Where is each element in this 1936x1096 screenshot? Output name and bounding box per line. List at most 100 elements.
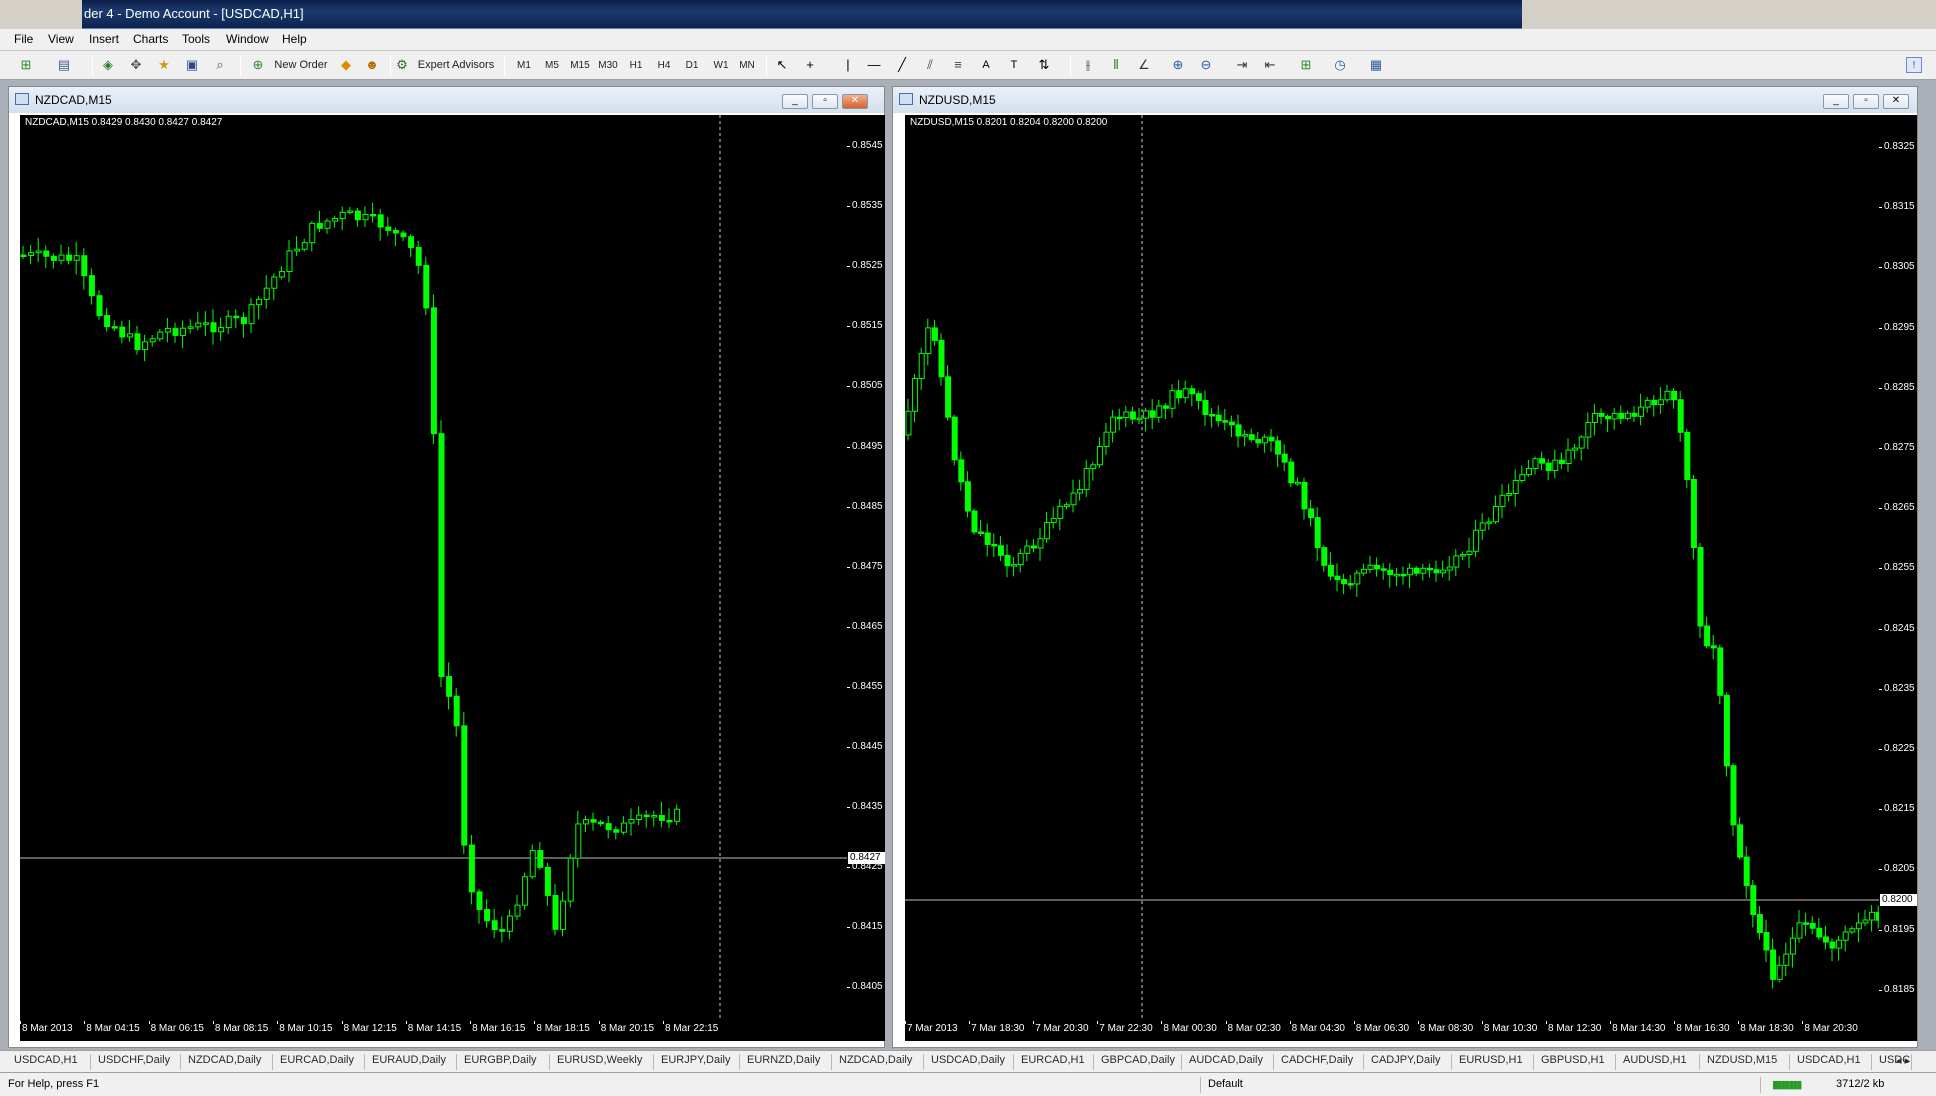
channel-icon[interactable]: ⫽ [922, 57, 938, 73]
text-label-icon[interactable]: T [1006, 57, 1022, 73]
minimize-button[interactable]: _ [782, 94, 808, 109]
expert-advisors-button[interactable]: Expert Advisors [414, 55, 498, 76]
candle [1288, 457, 1295, 487]
chart-tab[interactable]: CADJPY,Daily [1371, 1054, 1441, 1066]
chart-window-nzdusd[interactable]: NZDUSD,M15 _ ▫ ✕ NZDUSD,M15 0.8201 0.820… [892, 86, 1918, 1048]
fibonacci-icon[interactable]: ≡ [950, 57, 966, 73]
chart-tab[interactable]: USDCHF,Daily [98, 1054, 170, 1066]
period-m5[interactable]: M5 [542, 55, 562, 76]
candle [1242, 430, 1249, 447]
experts-icon[interactable]: ☻ [364, 57, 380, 73]
maximize-button[interactable]: ▫ [1853, 94, 1879, 109]
candle [1558, 452, 1565, 469]
main-toolbar: ⊞ ▤ ◈ ✥ ★ ▣ ⌕ ⊕ New Order ◆ ☻ ⚙ Expert A… [0, 51, 1936, 80]
period-h4[interactable]: H4 [654, 55, 674, 76]
menu-view[interactable]: View [48, 32, 74, 46]
time-axis[interactable]: 8 Mar 2013 8 Mar 04:15 8 Mar 06:15 8 Mar 08… [20, 1021, 885, 1041]
period-h1[interactable]: H1 [626, 55, 646, 76]
new-order-button[interactable]: New Order [270, 55, 332, 76]
menu-window[interactable]: Window [226, 32, 269, 46]
zoom-in-icon[interactable]: ⊕ [1170, 57, 1186, 73]
text-icon[interactable]: A [978, 57, 994, 73]
chart-tab[interactable]: EURUSD,H1 [1459, 1054, 1523, 1066]
menu-insert[interactable]: Insert [89, 32, 119, 46]
close-button[interactable]: ✕ [1883, 94, 1909, 109]
navigator-icon[interactable]: ★ [156, 57, 172, 73]
chart-tab[interactable]: USDCAD,H1 [1797, 1054, 1861, 1066]
chart-tab[interactable]: EURGBP,Daily [464, 1054, 537, 1066]
candle [918, 347, 925, 390]
templates-icon[interactable]: ▦ [1368, 57, 1384, 73]
chart-tab[interactable]: AUDUSD,H1 [1623, 1054, 1687, 1066]
line-chart-icon[interactable]: ∠ [1136, 57, 1152, 73]
chart-shift-icon[interactable]: ⇤ [1262, 57, 1278, 73]
chart-tab[interactable]: GBPCAD,Daily [1101, 1054, 1175, 1066]
menu-help[interactable]: Help [282, 32, 307, 46]
chart-tab[interactable]: USDCAD,H1 [14, 1054, 78, 1066]
candle [1763, 919, 1770, 962]
chart-tab[interactable]: EURNZD,Daily [747, 1054, 820, 1066]
help-icon[interactable]: ! [1906, 57, 1922, 73]
menu-charts[interactable]: Charts [133, 32, 168, 46]
chart-tab[interactable]: NZDUSD,M15 [1707, 1054, 1777, 1066]
candle [971, 508, 978, 535]
chart-tab[interactable]: EURCAD,Daily [280, 1054, 354, 1066]
period-d1[interactable]: D1 [682, 55, 702, 76]
chart-tab[interactable]: CADCHF,Daily [1281, 1054, 1353, 1066]
chart-tab[interactable]: EURAUD,Daily [372, 1054, 446, 1066]
period-m30[interactable]: M30 [596, 55, 620, 76]
chart-plot-area[interactable]: NZDUSD,M15 0.8201 0.8204 0.8200 0.8200 [905, 115, 1879, 1021]
tester-icon[interactable]: ⌕ [212, 57, 228, 73]
chart-tab[interactable]: USDCAD,Daily [931, 1054, 1005, 1066]
crosshair-icon[interactable]: + [802, 57, 818, 73]
metaeditor-icon[interactable]: ◆ [338, 57, 354, 73]
candle [613, 826, 620, 840]
chart-tab[interactable]: EURCAD,H1 [1021, 1054, 1085, 1066]
menu-tools[interactable]: Tools [182, 32, 210, 46]
maximize-button[interactable]: ▫ [812, 94, 838, 109]
candle [1024, 539, 1031, 562]
period-mn[interactable]: MN [736, 55, 758, 76]
new-chart-icon[interactable]: ⊞ [18, 57, 34, 73]
period-m15[interactable]: M15 [568, 55, 592, 76]
time-tick-mark [905, 1021, 906, 1024]
tab-scroll-arrows-icon[interactable]: ◂ ▸ [1896, 1054, 1910, 1067]
market-watch-icon[interactable]: ◈ [100, 57, 116, 73]
indicators-icon[interactable]: ⊞ [1298, 57, 1314, 73]
trendline-icon[interactable]: ╱ [894, 57, 910, 73]
data-window-icon[interactable]: ✥ [128, 57, 144, 73]
vertical-line-icon[interactable]: | [840, 57, 856, 73]
candle [1301, 477, 1308, 520]
period-m1[interactable]: M1 [514, 55, 534, 76]
chart-window-nzdcad[interactable]: NZDCAD,M15 _ ▫ ✕ NZDCAD,M15 0.8429 0.843… [8, 86, 885, 1048]
chart-tab[interactable]: AUDCAD,Daily [1189, 1054, 1263, 1066]
close-button[interactable]: ✕ [842, 94, 868, 109]
price-axis[interactable]: 0.8200 0.8325 0.8315 0.8305 0.8295 0.8285 0.8… [1879, 115, 1917, 1021]
arrows-icon[interactable]: ⇅ [1036, 57, 1052, 73]
cursor-icon[interactable]: ↖ [774, 57, 790, 73]
candle [575, 810, 582, 868]
chart-tab[interactable]: NZDCAD,Daily [839, 1054, 912, 1066]
period-w1[interactable]: W1 [710, 55, 732, 76]
chart-tab[interactable]: NZDCAD,Daily [188, 1054, 261, 1066]
chart-tab[interactable]: GBPUSD,H1 [1541, 1054, 1605, 1066]
chart-tab[interactable]: EURJPY,Daily [661, 1054, 731, 1066]
horizontal-line-icon[interactable]: — [866, 57, 882, 73]
price-tick-label: 0.8545 [852, 140, 883, 151]
terminal-icon[interactable]: ▣ [184, 57, 200, 73]
minimize-button[interactable]: _ [1823, 94, 1849, 109]
candlestick-icon[interactable]: ⫴ [1108, 57, 1124, 73]
price-tick-mark [847, 987, 850, 989]
bar-chart-icon[interactable]: ⫲ [1080, 57, 1096, 73]
profiles-icon[interactable]: ▤ [56, 57, 72, 73]
auto-scroll-icon[interactable]: ⇥ [1234, 57, 1250, 73]
zoom-out-icon[interactable]: ⊖ [1198, 57, 1214, 73]
price-axis[interactable]: 0.8427 0.8545 0.8535 0.8525 0.8515 0.8505 0.8… [847, 115, 885, 1021]
menu-file[interactable]: File [14, 32, 33, 46]
chart-tab[interactable]: EURUSD,Weekly [557, 1054, 642, 1066]
time-tick-mark [1225, 1021, 1227, 1024]
time-axis[interactable]: 7 Mar 2013 7 Mar 18:30 7 Mar 20:30 7 Mar 22… [905, 1021, 1917, 1041]
periods-icon[interactable]: ◷ [1332, 57, 1348, 73]
chart-plot-area[interactable]: NZDCAD,M15 0.8429 0.8430 0.8427 0.8427 [20, 115, 847, 1021]
tab-separator [90, 1054, 91, 1070]
